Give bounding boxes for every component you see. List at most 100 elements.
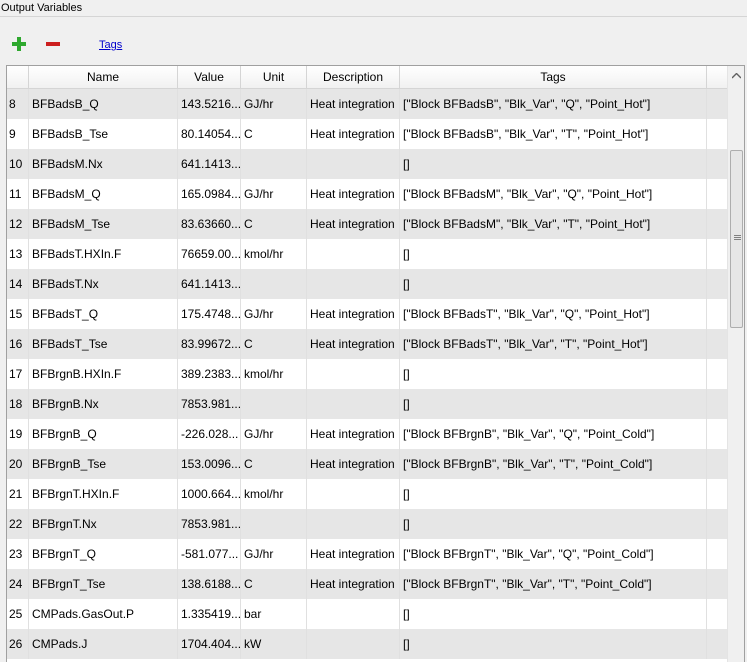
cell-description[interactable]: [307, 389, 400, 419]
header-name[interactable]: Name: [29, 66, 178, 88]
cell-tags[interactable]: []: [400, 239, 707, 269]
cell-description[interactable]: [307, 359, 400, 389]
cell-value[interactable]: 175.4748...: [178, 299, 241, 329]
header-tags[interactable]: Tags: [400, 66, 707, 88]
cell-unit[interactable]: GJ/hr: [241, 179, 307, 209]
cell-unit[interactable]: C: [241, 119, 307, 149]
cell-name[interactable]: CMPads.J: [29, 629, 178, 659]
cell-description[interactable]: [307, 239, 400, 269]
table-row[interactable]: 21 BFBrgnT.HXIn.F 1000.664... kmol/hr []: [7, 479, 727, 509]
table-row[interactable]: 16 BFBadsT_Tse 83.99672... C Heat integratio…: [7, 329, 727, 359]
cell-tags[interactable]: []: [400, 269, 707, 299]
cell-value[interactable]: 389.2383...: [178, 359, 241, 389]
cell-name[interactable]: BFBadsM_Q: [29, 179, 178, 209]
cell-tags[interactable]: []: [400, 149, 707, 179]
table-row[interactable]: 26 CMPads.J 1704.404... kW []: [7, 629, 727, 659]
cell-tags[interactable]: ["Block BFBadsM", "Blk_Var", "T", "Point…: [400, 209, 707, 239]
scrollbar-thumb[interactable]: [730, 150, 743, 328]
cell-description[interactable]: Heat integration: [307, 179, 400, 209]
cell-description[interactable]: Heat integration: [307, 419, 400, 449]
cell-description[interactable]: [307, 599, 400, 629]
header-description[interactable]: Description: [307, 66, 400, 88]
cell-name[interactable]: BFBadsT_Tse: [29, 329, 178, 359]
cell-unit[interactable]: kmol/hr: [241, 359, 307, 389]
cell-value[interactable]: 138.6188...: [178, 569, 241, 599]
table-row[interactable]: 24 BFBrgnT_Tse 138.6188... C Heat integratio…: [7, 569, 727, 599]
header-value[interactable]: Value: [178, 66, 241, 88]
cell-unit[interactable]: bar: [241, 599, 307, 629]
cell-tags[interactable]: []: [400, 479, 707, 509]
cell-description[interactable]: Heat integration: [307, 119, 400, 149]
table-row[interactable]: 10 BFBadsM.Nx 641.1413... []: [7, 149, 727, 179]
cell-unit[interactable]: GJ/hr: [241, 299, 307, 329]
cell-tags[interactable]: []: [400, 509, 707, 539]
cell-value[interactable]: 1704.404...: [178, 629, 241, 659]
cell-unit[interactable]: [241, 509, 307, 539]
cell-unit[interactable]: GJ/hr: [241, 419, 307, 449]
table-row[interactable]: 12 BFBadsM_Tse 83.63660... C Heat integratio…: [7, 209, 727, 239]
cell-name[interactable]: BFBrgnT.HXIn.F: [29, 479, 178, 509]
table-row[interactable]: 11 BFBadsM_Q 165.0984... GJ/hr Heat integrat…: [7, 179, 727, 209]
table-row[interactable]: 20 BFBrgnB_Tse 153.0096... C Heat integratio…: [7, 449, 727, 479]
cell-name[interactable]: BFBadsM_Tse: [29, 209, 178, 239]
cell-unit[interactable]: [241, 389, 307, 419]
cell-tags[interactable]: ["Block BFBrgnB", "Blk_Var", "Q", "Point…: [400, 419, 707, 449]
cell-description[interactable]: Heat integration: [307, 89, 400, 119]
cell-name[interactable]: BFBadsB_Q: [29, 89, 178, 119]
cell-description[interactable]: Heat integration: [307, 329, 400, 359]
cell-value[interactable]: 143.5216...: [178, 89, 241, 119]
cell-name[interactable]: BFBrgnT_Tse: [29, 569, 178, 599]
cell-tags[interactable]: ["Block BFBadsT", "Blk_Var", "T", "Point…: [400, 329, 707, 359]
cell-value[interactable]: 153.0096...: [178, 449, 241, 479]
table-row[interactable]: 9 BFBadsB_Tse 80.14054... C Heat integration…: [7, 119, 727, 149]
cell-description[interactable]: [307, 269, 400, 299]
table-row[interactable]: 13 BFBadsT.HXIn.F 76659.00... kmol/hr []: [7, 239, 727, 269]
cell-unit[interactable]: C: [241, 449, 307, 479]
cell-unit[interactable]: kmol/hr: [241, 479, 307, 509]
cell-name[interactable]: BFBrgnB.Nx: [29, 389, 178, 419]
cell-tags[interactable]: ["Block BFBadsB", "Blk_Var", "T", "Point…: [400, 119, 707, 149]
header-index[interactable]: [7, 66, 29, 88]
cell-tags[interactable]: ["Block BFBadsB", "Blk_Var", "Q", "Point…: [400, 89, 707, 119]
table-row[interactable]: 15 BFBadsT_Q 175.4748... GJ/hr Heat integrat…: [7, 299, 727, 329]
cell-value[interactable]: -581.077...: [178, 539, 241, 569]
cell-unit[interactable]: [241, 149, 307, 179]
table-row[interactable]: 8 BFBadsB_Q 143.5216... GJ/hr Heat integrati…: [7, 89, 727, 119]
cell-description[interactable]: [307, 509, 400, 539]
cell-tags[interactable]: ["Block BFBadsM", "Blk_Var", "Q", "Point…: [400, 179, 707, 209]
header-unit[interactable]: Unit: [241, 66, 307, 88]
cell-tags[interactable]: []: [400, 359, 707, 389]
cell-value[interactable]: 80.14054...: [178, 119, 241, 149]
add-variable-button[interactable]: [10, 36, 28, 54]
table-row[interactable]: 18 BFBrgnB.Nx 7853.981... []: [7, 389, 727, 419]
cell-tags[interactable]: ["Block BFBadsT", "Blk_Var", "Q", "Point…: [400, 299, 707, 329]
cell-unit[interactable]: kW: [241, 629, 307, 659]
cell-value[interactable]: 641.1413...: [178, 269, 241, 299]
cell-name[interactable]: BFBadsB_Tse: [29, 119, 178, 149]
cell-unit[interactable]: [241, 269, 307, 299]
table-row[interactable]: 23 BFBrgnT_Q -581.077... GJ/hr Heat integrat…: [7, 539, 727, 569]
cell-value[interactable]: 7853.981...: [178, 389, 241, 419]
vertical-scrollbar[interactable]: [727, 66, 744, 662]
cell-description[interactable]: Heat integration: [307, 569, 400, 599]
cell-tags[interactable]: ["Block BFBrgnT", "Blk_Var", "T", "Point…: [400, 569, 707, 599]
cell-name[interactable]: BFBadsM.Nx: [29, 149, 178, 179]
cell-tags[interactable]: ["Block BFBrgnB", "Blk_Var", "T", "Point…: [400, 449, 707, 479]
cell-description[interactable]: Heat integration: [307, 209, 400, 239]
cell-value[interactable]: 1000.664...: [178, 479, 241, 509]
cell-name[interactable]: BFBrgnT.Nx: [29, 509, 178, 539]
cell-description[interactable]: Heat integration: [307, 449, 400, 479]
table-row[interactable]: 22 BFBrgnT.Nx 7853.981... []: [7, 509, 727, 539]
cell-unit[interactable]: GJ/hr: [241, 539, 307, 569]
cell-name[interactable]: BFBrgnT_Q: [29, 539, 178, 569]
cell-name[interactable]: BFBrgnB_Tse: [29, 449, 178, 479]
cell-name[interactable]: BFBrgnB.HXIn.F: [29, 359, 178, 389]
tags-link[interactable]: Tags: [99, 39, 122, 51]
cell-tags[interactable]: []: [400, 599, 707, 629]
cell-description[interactable]: Heat integration: [307, 299, 400, 329]
table-row[interactable]: 17 BFBrgnB.HXIn.F 389.2383... kmol/hr []: [7, 359, 727, 389]
cell-unit[interactable]: GJ/hr: [241, 89, 307, 119]
cell-value[interactable]: 7853.981...: [178, 509, 241, 539]
cell-value[interactable]: 83.99672...: [178, 329, 241, 359]
table-row[interactable]: 25 CMPads.GasOut.P 1.335419... bar []: [7, 599, 727, 629]
